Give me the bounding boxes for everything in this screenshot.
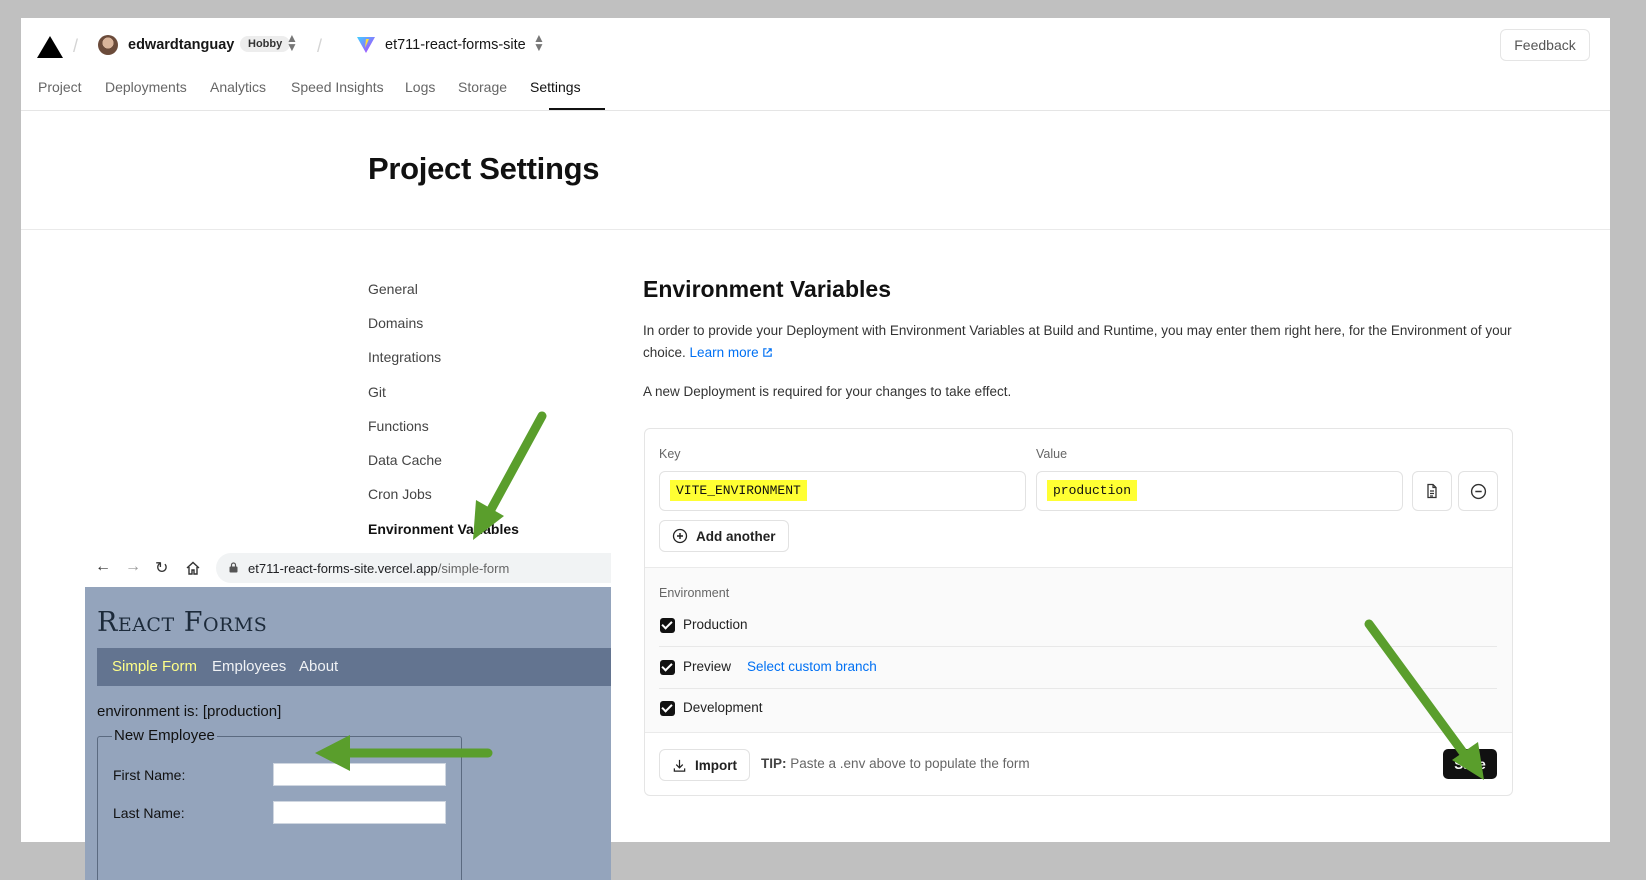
avatar[interactable] <box>98 35 118 55</box>
env-row-preview: Preview Select custom branch <box>659 648 1497 689</box>
page-title: Project Settings <box>368 151 600 186</box>
sidebar-item-cron-jobs[interactable]: Cron Jobs <box>368 486 432 502</box>
sidebar-item-domains[interactable]: Domains <box>368 315 423 331</box>
separator-slash-icon: / <box>73 36 79 56</box>
sidebar-item-data-cache[interactable]: Data Cache <box>368 452 442 468</box>
feedback-button[interactable]: Feedback <box>1500 29 1590 61</box>
project-tabs: Project Deployments Analytics Speed Insi… <box>21 68 1610 111</box>
sidebar-item-git[interactable]: Git <box>368 384 386 400</box>
env-variable-form: Key Value VITE_ENVIRONMENT production Ad… <box>644 428 1513 796</box>
reload-icon[interactable]: ↻ <box>155 558 168 578</box>
production-checkbox[interactable] <box>660 618 675 633</box>
page-header: Project Settings <box>21 111 1610 230</box>
preview-label: Preview <box>683 659 732 674</box>
file-upload-button[interactable] <box>1412 471 1452 511</box>
vite-project-icon <box>357 37 375 53</box>
sidebar-item-functions[interactable]: Functions <box>368 418 429 434</box>
project-name[interactable]: et711-react-forms-site <box>385 37 526 53</box>
tip-text: TIP: Paste a .env above to populate the … <box>761 756 1030 771</box>
vercel-logo-icon[interactable] <box>37 36 63 58</box>
environment-label: Environment <box>659 586 730 600</box>
project-switcher-chevron-icon[interactable]: ▲ ▼ <box>533 32 545 53</box>
save-button[interactable]: Save <box>1443 749 1497 779</box>
deployment-notice: A new Deployment is required for your ch… <box>643 384 1012 399</box>
address-bar[interactable]: et711-react-forms-site.vercel.app/simple… <box>216 553 611 583</box>
select-custom-branch-link[interactable]: Select custom branch <box>747 659 877 674</box>
sidebar-item-integrations[interactable]: Integrations <box>368 349 441 365</box>
site-nav-employees[interactable]: Employees <box>212 658 286 675</box>
last-name-label: Last Name: <box>113 805 185 821</box>
env-row-production: Production <box>659 606 1497 647</box>
tab-project[interactable]: Project <box>38 79 82 95</box>
sidebar-item-general[interactable]: General <box>368 281 418 297</box>
plan-badge: Hobby <box>240 36 291 52</box>
top-bar: / edwardtanguay Hobby ▲ ▼ / et711-react-f… <box>21 18 1610 68</box>
address-url: et711-react-forms-site.vercel.app/simple… <box>248 561 510 576</box>
tab-logs[interactable]: Logs <box>405 79 435 95</box>
value-label: Value <box>1036 447 1068 461</box>
minus-circle-icon <box>1470 483 1486 499</box>
fieldset-legend: New Employee <box>112 727 217 744</box>
team-username[interactable]: edwardtanguay <box>128 37 234 53</box>
first-name-label: First Name: <box>113 767 186 783</box>
key-label: Key <box>659 447 681 461</box>
last-name-input[interactable] <box>273 801 446 824</box>
plus-circle-icon <box>672 528 688 544</box>
env-row-development: Development <box>659 689 1497 730</box>
import-button[interactable]: Import <box>659 749 750 781</box>
first-name-input[interactable] <box>273 763 446 786</box>
active-tab-indicator <box>549 108 605 110</box>
team-switcher-chevron-icon[interactable]: ▲ ▼ <box>286 32 298 53</box>
lock-icon <box>229 562 238 573</box>
forward-arrow-icon[interactable]: → <box>125 558 141 576</box>
section-title: Environment Variables <box>643 276 891 302</box>
separator-slash-icon: / <box>317 36 323 56</box>
environment-selector: Environment Production Preview Select cu… <box>645 567 1512 733</box>
site-title: React Forms <box>97 607 268 638</box>
site-nav-about[interactable]: About <box>299 658 338 675</box>
key-input-value: VITE_ENVIRONMENT <box>670 480 807 501</box>
development-label: Development <box>683 700 763 715</box>
remove-variable-button[interactable] <box>1458 471 1498 511</box>
tab-storage[interactable]: Storage <box>458 79 507 95</box>
key-input[interactable]: VITE_ENVIRONMENT <box>659 471 1026 511</box>
tab-settings[interactable]: Settings <box>530 79 581 95</box>
document-icon <box>1427 483 1437 499</box>
site-nav-simple-form[interactable]: Simple Form <box>112 658 197 675</box>
production-label: Production <box>683 617 748 632</box>
section-description: In order to provide your Deployment with… <box>643 320 1528 364</box>
add-another-button[interactable]: Add another <box>659 520 789 552</box>
value-input-value: production <box>1047 480 1138 501</box>
tab-speed-insights[interactable]: Speed Insights <box>291 79 384 95</box>
download-icon <box>673 759 686 772</box>
site-nav: Simple Form Employees About <box>97 648 611 686</box>
learn-more-link[interactable]: Learn more <box>690 345 774 360</box>
browser-toolbar: ← → ↻ et711-react-forms-site.vercel.app/… <box>85 550 611 587</box>
new-employee-fieldset: New Employee First Name: Last Name: <box>97 727 462 880</box>
sidebar-item-environment-variables[interactable]: Environment Variables <box>368 521 519 537</box>
preview-checkbox[interactable] <box>660 660 675 675</box>
home-icon[interactable] <box>185 560 201 576</box>
site-viewport: React Forms Simple Form Employees About … <box>85 587 611 880</box>
development-checkbox[interactable] <box>660 701 675 716</box>
value-input[interactable]: production <box>1036 471 1403 511</box>
environment-output: environment is: [production] <box>97 703 282 720</box>
external-link-icon <box>763 348 773 357</box>
deployed-site-screenshot: ← → ↻ et711-react-forms-site.vercel.app/… <box>85 550 611 880</box>
tab-analytics[interactable]: Analytics <box>210 79 266 95</box>
tab-deployments[interactable]: Deployments <box>105 79 187 95</box>
back-arrow-icon[interactable]: ← <box>95 558 111 576</box>
